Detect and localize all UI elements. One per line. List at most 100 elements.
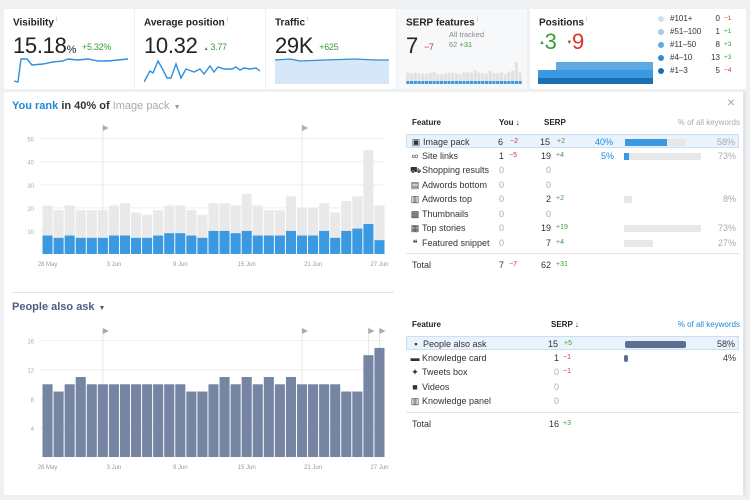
mini-bar xyxy=(447,72,451,82)
mini-bar-you xyxy=(503,81,507,84)
serp-value: 0 xyxy=(545,179,551,190)
bar-serp xyxy=(252,384,263,457)
bar-serp xyxy=(108,384,119,457)
mini-bar xyxy=(462,72,466,82)
bar-you xyxy=(197,237,208,254)
header-you[interactable]: You ↓ xyxy=(499,118,520,127)
bar-you xyxy=(142,237,153,254)
serp-features-delta: −7 xyxy=(423,42,434,53)
legend-value: 13 xyxy=(711,53,720,62)
total-row: Total 16 +3 xyxy=(406,417,739,431)
bar-serp xyxy=(352,391,363,457)
you-value: 1 xyxy=(498,150,504,161)
question-icon: ▪ xyxy=(414,339,418,349)
table-row[interactable]: ∞ Site links 1 −5 19 +4 5% 73% xyxy=(406,149,739,163)
total-serp: 16 xyxy=(548,418,559,429)
positions-legend-item[interactable]: #4–10 13 +3 xyxy=(658,53,738,66)
bar-serp xyxy=(97,384,108,457)
visibility-delta: +5.32% xyxy=(82,42,112,53)
bar-you xyxy=(230,233,241,254)
serp-features-card[interactable]: SERP features i 7 −7 All tracked 62 +31 xyxy=(397,9,527,89)
x-tick-label: 21 Jun xyxy=(304,465,322,471)
info-icon[interactable]: i xyxy=(307,17,308,23)
ad-icon: ▥ xyxy=(410,194,420,204)
table-row[interactable]: ⛟ Shopping results 0 0 xyxy=(406,163,739,177)
info-icon[interactable]: i xyxy=(477,17,478,23)
arrow-up-icon: ▲ xyxy=(203,46,209,53)
info-icon[interactable]: i xyxy=(56,17,57,23)
pct-bar xyxy=(625,341,687,348)
positions-card[interactable]: Positions i ▲3 ▼9 #101+ 0 −1 #51–100 1 +1 #11–5… xyxy=(530,9,746,89)
table-row[interactable]: ■ Videos 0 xyxy=(406,380,739,394)
close-icon[interactable]: × xyxy=(727,94,735,110)
image-pack-title: You rank in 40% of Image pack ▼ xyxy=(12,100,181,112)
dot-icon xyxy=(658,55,664,61)
bar-you xyxy=(252,235,263,254)
pct-bar-you xyxy=(625,139,668,146)
mini-bar xyxy=(481,73,485,82)
table-row[interactable]: ✦ Tweets box 0 −1 xyxy=(406,365,739,379)
mini-bar xyxy=(436,74,440,82)
flag-icon xyxy=(302,125,309,131)
positions-legend-item[interactable]: #11–50 8 +3 xyxy=(658,40,738,53)
bar-serp xyxy=(75,377,86,457)
header-serp[interactable]: SERP xyxy=(544,118,566,127)
info-icon[interactable]: i xyxy=(227,17,228,23)
legend-label: #4–10 xyxy=(670,53,693,62)
mini-bar xyxy=(496,73,500,82)
dot-icon xyxy=(658,68,664,74)
traffic-card[interactable]: Traffic i 29K +625 xyxy=(266,9,396,89)
table-row[interactable]: ▥ Knowledge panel 0 xyxy=(406,394,739,408)
header-pct: % of all keywords xyxy=(677,118,740,127)
you-value: 0 xyxy=(498,208,504,219)
mini-bar xyxy=(499,72,503,82)
table-row[interactable]: ▦ Top stories 0 19 +19 73% xyxy=(406,221,739,235)
mini-bar-you xyxy=(436,81,440,84)
table-row[interactable]: ▪ People also ask 15 +5 58% xyxy=(406,336,739,350)
traffic-sparkline xyxy=(275,58,389,84)
total-serp-delta: +3 xyxy=(563,419,571,427)
x-tick-label: 21 Jun xyxy=(304,262,322,268)
pct-value: 73% xyxy=(717,150,736,161)
legend-delta: −4 xyxy=(724,67,732,74)
total-serp-delta: +31 xyxy=(556,261,568,268)
table-row[interactable]: ▤ Adwords bottom 0 0 xyxy=(406,178,739,192)
table-row[interactable]: ▥ Adwords top 0 2 +2 8% xyxy=(406,192,739,206)
people-also-ask-dropdown[interactable]: People also ask ▼ xyxy=(12,301,105,313)
serp-value: 7 xyxy=(545,237,551,248)
bar-you xyxy=(363,224,374,254)
mini-bar xyxy=(492,73,496,82)
header-serp[interactable]: SERP ↓ xyxy=(551,320,579,329)
feature-name: Image pack xyxy=(423,137,470,147)
mini-bar-you xyxy=(421,81,425,84)
quote-icon: ❝ xyxy=(412,237,418,248)
info-icon[interactable]: i xyxy=(586,17,587,23)
feature-dropdown[interactable]: Image pack ▼ xyxy=(113,100,181,112)
avg-position-card[interactable]: Average position i 10.32 ▲ 3.77 xyxy=(135,9,265,89)
mini-bar-you xyxy=(462,81,466,84)
bar-you xyxy=(175,233,186,254)
table-row[interactable]: ▬ Knowledge card 1 −1 4% xyxy=(406,351,739,365)
mini-bar-you xyxy=(481,81,485,84)
card-icon: ▬ xyxy=(410,352,420,363)
header-pct[interactable]: % of all keywords xyxy=(678,320,740,329)
table-row[interactable]: ▩ Thumbnails 0 0 xyxy=(406,207,739,221)
visibility-card[interactable]: Visibility i 15.18% +5.32% xyxy=(4,9,134,89)
mini-bar-you xyxy=(432,81,436,84)
bar-you xyxy=(153,235,164,254)
mini-bar xyxy=(518,72,522,82)
pct-bar-bg xyxy=(624,225,702,232)
bar-you xyxy=(42,235,53,254)
mini-bar xyxy=(417,73,421,82)
positions-legend-item[interactable]: #101+ 0 −1 xyxy=(658,14,738,27)
y-tick-label: 50 xyxy=(27,138,34,144)
table-row[interactable]: ❝ Featured snippet 0 7 +4 27% xyxy=(406,236,739,250)
positions-legend-item[interactable]: #51–100 1 +1 xyxy=(658,27,738,40)
bar-serp xyxy=(230,384,241,457)
mini-bar-you xyxy=(447,81,451,84)
divider xyxy=(406,411,739,413)
flag-icon xyxy=(368,328,375,334)
positions-legend-item[interactable]: #1–3 5 −4 xyxy=(658,66,738,79)
table-row[interactable]: ▣ Image pack 6 −2 15 +2 40% 58% xyxy=(406,134,739,148)
dot-icon xyxy=(658,29,664,35)
